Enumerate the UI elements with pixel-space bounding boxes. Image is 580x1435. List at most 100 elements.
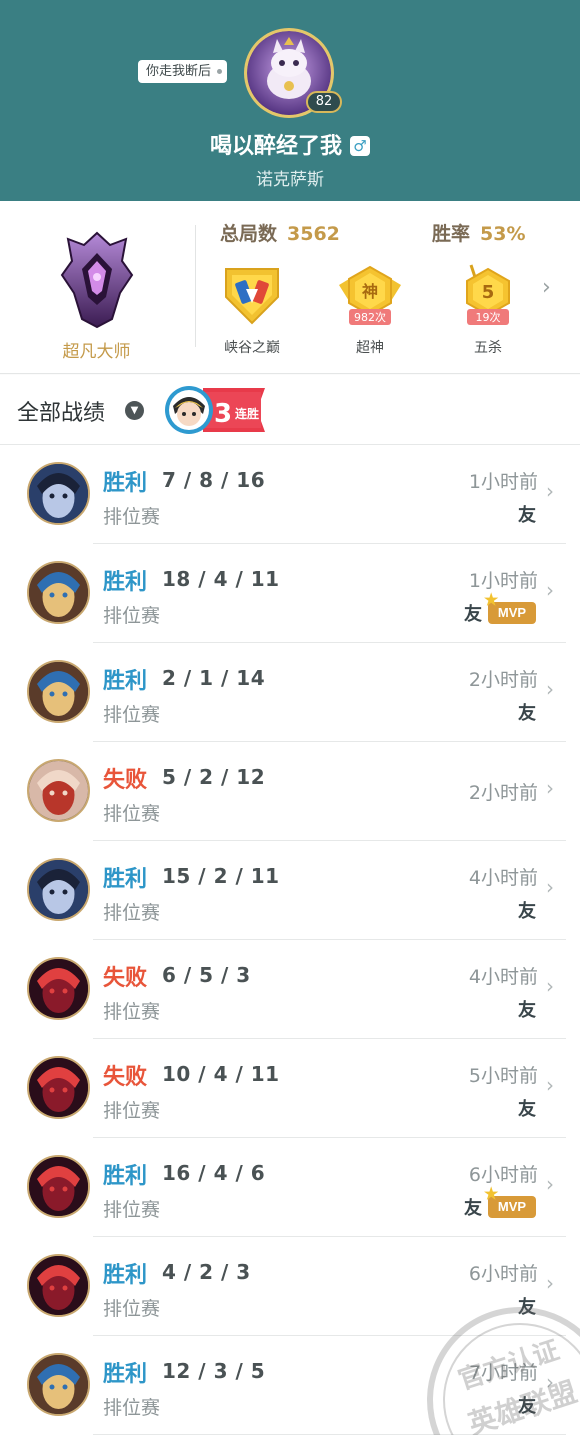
badge-pentakill[interactable]: 5 19次 五杀 <box>451 263 525 357</box>
total-games-label: 总局数 <box>220 223 278 245</box>
champion-avatar <box>27 759 90 822</box>
friend-icon: 友 <box>518 1297 536 1318</box>
match-kda: 2 / 1 / 14 <box>162 666 266 690</box>
chevron-right-icon: › <box>546 1073 554 1097</box>
pentakill-badge-icon: 5 19次 <box>466 264 510 325</box>
legendary-count: 982次 <box>354 310 386 324</box>
match-time: 1小时前 <box>468 570 538 592</box>
chevron-right-icon: › <box>546 578 554 602</box>
match-row[interactable]: 失败 10 / 4 / 11 排位赛 5小时前 友 › <box>0 1039 580 1138</box>
badge-label: 五杀 <box>474 340 502 356</box>
match-row[interactable]: 胜利 2 / 1 / 14 排位赛 2小时前 友 › <box>0 643 580 742</box>
champion-avatar <box>27 1056 90 1119</box>
friend-icon: 友 <box>518 1000 536 1021</box>
match-mode: 排位赛 <box>103 605 161 627</box>
match-kda: 12 / 3 / 5 <box>162 1359 266 1383</box>
match-time: 4小时前 <box>468 867 538 889</box>
match-icons: 友 MVP <box>464 590 536 626</box>
win-streak-badge: 3 连胜 <box>165 386 265 434</box>
match-mode: 排位赛 <box>103 803 161 825</box>
friend-icon: 友 <box>518 703 536 724</box>
match-row[interactable]: 失败 5 / 2 / 12 排位赛 2小时前 › <box>0 742 580 841</box>
male-icon: ♂ <box>350 136 370 156</box>
badge-legendary[interactable]: 神 982次 超神 <box>333 263 407 357</box>
chevron-right-icon: › <box>546 776 554 800</box>
stats-panel[interactable]: 超凡大师 总局数 3562 胜率 53% 峡谷之巅 神 982次 超神 5 19… <box>0 201 580 374</box>
match-row[interactable]: 失败 6 / 5 / 3 排位赛 4小时前 友 › <box>0 940 580 1039</box>
match-row[interactable]: 胜利 18 / 4 / 11 排位赛 1小时前 友 MVP › <box>0 544 580 643</box>
streak-number: 3 <box>214 399 232 429</box>
summit-crest-icon <box>225 268 279 325</box>
champion-avatar <box>27 858 90 921</box>
match-time: 7小时前 <box>468 1362 538 1384</box>
legendary-badge-icon: 神 982次 <box>339 265 401 325</box>
match-time: 2小时前 <box>468 782 538 804</box>
champion-avatar <box>27 660 90 723</box>
match-icons: 友 <box>518 1392 536 1418</box>
badge-label: 超神 <box>356 340 384 356</box>
friend-icon: 友 <box>464 604 482 625</box>
match-kda: 5 / 2 / 12 <box>162 765 266 789</box>
pentakill-count: 19次 <box>476 310 501 324</box>
match-result: 失败 <box>103 1065 148 1090</box>
match-mode: 排位赛 <box>103 1298 161 1320</box>
player-tag[interactable]: 你走我断后 <box>138 60 228 83</box>
match-kda: 4 / 2 / 3 <box>162 1260 251 1284</box>
match-result: 胜利 <box>103 1362 148 1387</box>
match-row[interactable]: 胜利 4 / 2 / 3 排位赛 6小时前 友 › <box>0 1237 580 1336</box>
match-result: 胜利 <box>103 867 148 892</box>
badge-summit[interactable]: 峡谷之巅 <box>215 263 289 357</box>
chevron-right-icon: › <box>546 875 554 899</box>
match-row[interactable]: 胜利 12 / 3 / 5 排位赛 7小时前 友 › <box>0 1336 580 1435</box>
chevron-right-icon[interactable]: › <box>542 275 551 300</box>
match-history-header: 全部战绩 ▼ 3 连胜 <box>0 375 580 445</box>
friend-icon: 友 <box>518 1396 536 1417</box>
match-mode: 排位赛 <box>103 902 161 924</box>
match-mode: 排位赛 <box>103 1100 161 1122</box>
profile-header: 你走我断后 82 喝以醉经了我 ♂ 诺克萨斯 <box>0 0 580 201</box>
chevron-down-icon[interactable]: ▼ <box>125 401 144 420</box>
chevron-right-icon: › <box>546 1172 554 1196</box>
avatar[interactable]: 82 <box>244 28 342 118</box>
match-kda: 18 / 4 / 11 <box>162 567 280 591</box>
match-result: 胜利 <box>103 1263 148 1288</box>
match-time: 6小时前 <box>468 1164 538 1186</box>
chevron-right-icon: › <box>546 1370 554 1394</box>
match-result: 胜利 <box>103 1164 148 1189</box>
match-mode: 排位赛 <box>103 1199 161 1221</box>
pentakill-glyph: 5 <box>482 282 495 303</box>
match-icons: 友 <box>518 1095 536 1121</box>
match-result: 胜利 <box>103 669 148 694</box>
level-badge: 82 <box>306 91 342 113</box>
badge-label: 峡谷之巅 <box>224 340 280 356</box>
win-rate: 胜率 53% <box>432 219 526 246</box>
match-kda: 6 / 5 / 3 <box>162 963 251 987</box>
friend-icon: 友 <box>518 1099 536 1120</box>
match-icons: 友 <box>518 897 536 923</box>
champion-avatar <box>27 462 90 525</box>
profile-page: 你走我断后 82 喝以醉经了我 ♂ 诺克萨斯 超凡大师 总局数 3562 胜率 … <box>0 0 580 1435</box>
match-icons: 友 <box>518 699 536 725</box>
win-rate-label: 胜率 <box>432 223 471 245</box>
match-row[interactable]: 胜利 16 / 4 / 6 排位赛 6小时前 友 MVP › <box>0 1138 580 1237</box>
chevron-right-icon: › <box>546 677 554 701</box>
match-icons: 友 <box>518 501 536 527</box>
match-result: 失败 <box>103 966 148 991</box>
legendary-glyph: 神 <box>362 282 378 301</box>
match-result: 胜利 <box>103 570 148 595</box>
match-result: 失败 <box>103 768 148 793</box>
chevron-right-icon: › <box>546 974 554 998</box>
friend-icon: 友 <box>518 901 536 922</box>
match-list: 胜利 7 / 8 / 16 排位赛 1小时前 友 › 胜利 18 / 4 / 1… <box>0 445 580 1435</box>
match-icons: 友 <box>518 1293 536 1319</box>
champion-avatar <box>27 561 90 624</box>
divider <box>195 225 196 347</box>
match-kda: 16 / 4 / 6 <box>162 1161 266 1185</box>
total-games: 总局数 3562 <box>220 219 340 246</box>
match-result: 胜利 <box>103 471 148 496</box>
chevron-right-icon: › <box>546 1271 554 1295</box>
match-row[interactable]: 胜利 15 / 2 / 11 排位赛 4小时前 友 › <box>0 841 580 940</box>
match-mode: 排位赛 <box>103 1001 161 1023</box>
section-title[interactable]: 全部战绩 <box>17 395 105 427</box>
match-row[interactable]: 胜利 7 / 8 / 16 排位赛 1小时前 友 › <box>0 445 580 544</box>
